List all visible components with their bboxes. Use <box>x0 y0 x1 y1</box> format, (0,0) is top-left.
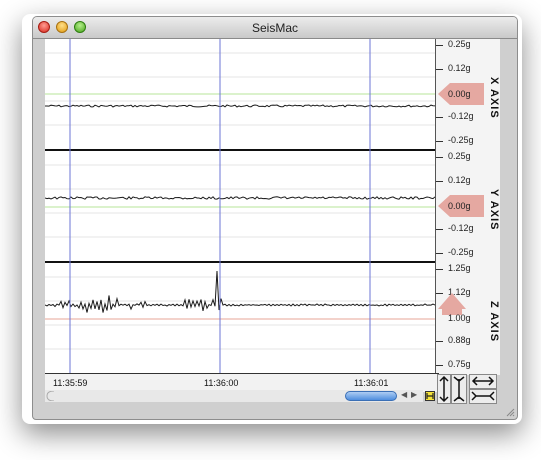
tick-label: 0.25g <box>448 39 471 49</box>
scroll-right-arrow-icon[interactable]: ▶ <box>411 390 417 399</box>
y-axis-scale: 0.25g 0.12g 0.00g -0.12g -0.25g Y AXIS <box>435 151 500 263</box>
window-title: SeisMac <box>251 21 298 35</box>
tick-label: -0.12g <box>448 111 474 121</box>
title-bar[interactable]: SeisMac <box>33 17 517 39</box>
horizontal-stretch-button[interactable] <box>469 389 497 404</box>
time-label: 11:35:59 <box>53 378 88 388</box>
tick-label: -0.12g <box>448 223 474 233</box>
scroll-left-arrow-icon[interactable]: ◀ <box>401 390 407 399</box>
tick-label: -0.25g <box>448 247 474 257</box>
scroll-thumb[interactable] <box>345 391 397 401</box>
time-label: 11:36:01 <box>354 378 389 388</box>
z-axis-scale: 1.25g 1.12g 1.00g 0.88g 0.75g Z AXIS <box>435 263 500 375</box>
tick-label: 0.12g <box>448 63 471 73</box>
highlight-button[interactable] <box>425 391 435 401</box>
tick-label: 0.25g <box>448 151 471 161</box>
tick-label: 0.12g <box>448 175 471 185</box>
tick-label: 0.88g <box>448 335 471 345</box>
y-axis-label: Y AXIS <box>488 189 500 231</box>
horizontal-scrollbar[interactable]: ◀ ▶ <box>45 390 423 402</box>
vertical-stretch-icon <box>453 376 465 402</box>
resize-grip-icon[interactable] <box>505 407 515 417</box>
x-axis-scale: 0.25g 0.12g 0.00g -0.12g -0.25g X AXIS <box>435 39 500 151</box>
x-axis-label: X AXIS <box>488 77 500 119</box>
horizontal-zoom-button[interactable] <box>469 374 497 389</box>
seismac-window: SeisMac 0.25g 0.12g 0.00g -0.12g -0.25g … <box>32 16 518 420</box>
horizontal-stretch-icon <box>471 391 495 401</box>
horizontal-zoom-icon <box>471 376 495 386</box>
tick-label: 1.00g <box>448 313 471 323</box>
marker-icon <box>426 393 434 399</box>
scroll-left-cap-icon <box>46 391 55 401</box>
z-axis-label: Z AXIS <box>488 301 500 343</box>
vertical-zoom-icon <box>439 375 449 403</box>
time-label: 11:36:00 <box>204 378 239 388</box>
tick-label: 0.75g <box>448 359 471 369</box>
tick-label: 0.00g <box>448 89 471 99</box>
z-axis-value-arrow <box>438 293 466 315</box>
tick-label: 1.25g <box>448 263 471 273</box>
vertical-stretch-button[interactable] <box>451 374 467 404</box>
tick-label: 0.00g <box>448 201 471 211</box>
time-marker-lines <box>69 39 371 373</box>
vertical-zoom-button[interactable] <box>437 374 451 404</box>
tick-label: -0.25g <box>448 135 474 145</box>
